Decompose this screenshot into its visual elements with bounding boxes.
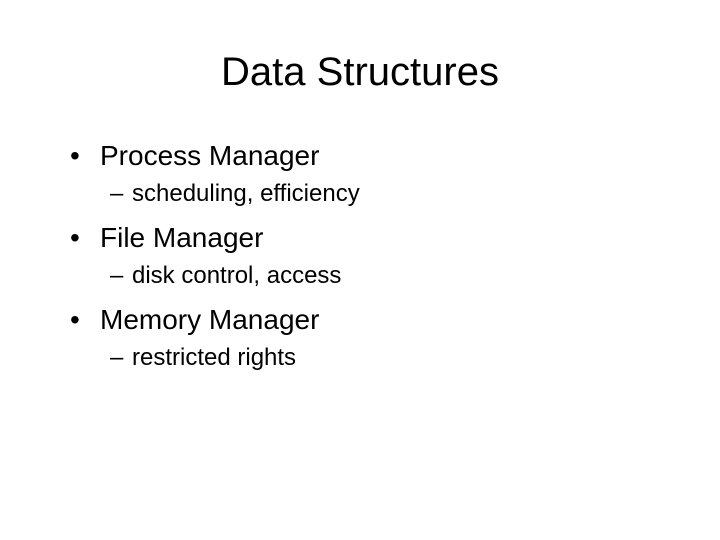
bullet-marker-icon: • — [70, 140, 100, 172]
bullet-item: • File Manager — [70, 222, 660, 254]
bullet-marker-icon: • — [70, 222, 100, 254]
bullet-item: • Memory Manager — [70, 304, 660, 336]
sub-bullet-item: – disk control, access — [110, 262, 660, 290]
slide-container: Data Structures • Process Manager – sche… — [0, 0, 720, 540]
sub-bullet-item: – scheduling, efficiency — [110, 180, 660, 208]
slide-title: Data Structures — [60, 50, 660, 95]
bullet-item: • Process Manager — [70, 140, 660, 172]
slide-content: • Process Manager – scheduling, efficien… — [60, 140, 660, 372]
sub-bullet-label: restricted rights — [132, 344, 296, 372]
bullet-marker-icon: • — [70, 304, 100, 336]
bullet-label: File Manager — [100, 222, 263, 254]
dash-marker-icon: – — [110, 180, 132, 208]
bullet-label: Memory Manager — [100, 304, 319, 336]
dash-marker-icon: – — [110, 262, 132, 290]
sub-bullet-label: disk control, access — [132, 262, 341, 290]
bullet-label: Process Manager — [100, 140, 319, 172]
sub-bullet-label: scheduling, efficiency — [132, 180, 360, 208]
dash-marker-icon: – — [110, 344, 132, 372]
sub-bullet-item: – restricted rights — [110, 344, 660, 372]
